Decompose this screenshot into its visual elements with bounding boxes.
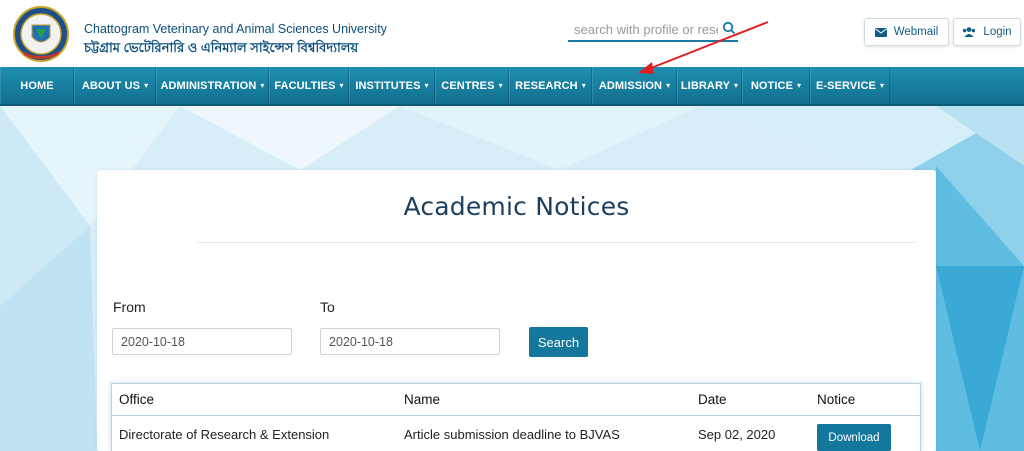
from-date-field[interactable]: [112, 328, 292, 355]
academic-notices-card: Academic Notices From To Search Office N…: [97, 170, 936, 451]
chevron-down-icon: ▾: [734, 81, 739, 90]
nav-label: RESEARCH: [515, 79, 578, 92]
chevron-down-icon: ▾: [424, 81, 429, 90]
column-header-name: Name: [404, 392, 441, 407]
nav-label: HOME: [20, 79, 54, 92]
notices-table: Office Name Date Notice Directorate of R…: [111, 383, 921, 451]
chevron-down-icon: ▾: [879, 81, 885, 90]
chevron-down-icon: ▾: [339, 81, 344, 90]
row-office: Directorate of Research & Extension: [119, 427, 330, 442]
table-header-row: Office Name Date Notice: [112, 384, 920, 416]
main-navigation: HOME ABOUT US ▾ ADMINISTRATION ▾ FACULTI…: [0, 67, 1024, 106]
page-title: Academic Notices: [403, 192, 630, 221]
login-button[interactable]: Login: [953, 18, 1021, 46]
university-name-english: Chattogram Veterinary and Animal Science…: [84, 22, 387, 36]
row-name: Article submission deadline to BJVAS: [404, 427, 620, 442]
nav-label: ABOUT US: [81, 79, 141, 92]
nav-label: ADMISSION: [598, 79, 663, 92]
column-header-office: Office: [119, 392, 155, 407]
annotation-arrow: [638, 21, 769, 74]
nav-label: ADMINISTRATION: [160, 79, 257, 92]
nav-label: LIBRARY: [680, 79, 731, 92]
nav-item-about-us[interactable]: ABOUT US ▾: [74, 67, 156, 104]
column-header-notice: Notice: [817, 392, 856, 407]
chevron-down-icon: ▾: [581, 81, 586, 90]
column-header-date: Date: [698, 392, 727, 407]
to-label: To: [320, 299, 335, 315]
from-label: From: [113, 299, 146, 315]
site-header: Chattogram Veterinary and Animal Science…: [0, 0, 1024, 67]
users-icon: [963, 27, 976, 37]
search-button[interactable]: Search: [529, 327, 588, 357]
nav-label: E-SERVICE: [815, 79, 876, 92]
to-date-field[interactable]: [320, 328, 500, 355]
nav-item-centres[interactable]: CENTRES ▾: [435, 67, 509, 104]
chevron-down-icon: ▾: [144, 81, 149, 90]
envelope-icon: [874, 27, 887, 37]
row-date: Sep 02, 2020: [698, 427, 776, 442]
nav-item-faculties[interactable]: FACULTIES ▾: [269, 67, 349, 104]
nav-item-e-service[interactable]: E-SERVICE ▾: [810, 67, 890, 104]
chevron-down-icon: ▾: [797, 81, 802, 90]
chevron-down-icon: ▾: [498, 81, 503, 90]
university-crest-icon[interactable]: [12, 5, 70, 63]
nav-item-research[interactable]: RESEARCH ▾: [509, 67, 592, 104]
nav-label: INSTITUTES: [355, 79, 421, 92]
nav-item-institutes[interactable]: INSTITUTES ▾: [349, 67, 435, 104]
nav-label: CENTRES: [441, 79, 495, 92]
title-divider: [197, 242, 916, 243]
chevron-down-icon: ▾: [666, 81, 671, 90]
nav-label: FACULTIES: [274, 79, 336, 92]
university-name-bangla: চট্টগ্রাম ভেটেরিনারি ও এনিম্যাল সাইন্সেস…: [84, 40, 359, 55]
nav-label: NOTICE: [750, 79, 794, 92]
download-button[interactable]: Download: [817, 424, 891, 451]
webmail-label: Webmail: [893, 26, 939, 38]
webmail-button[interactable]: Webmail: [864, 18, 949, 46]
nav-item-home[interactable]: HOME: [0, 67, 74, 104]
login-label: Login: [983, 26, 1012, 38]
nav-item-administration[interactable]: ADMINISTRATION ▾: [156, 67, 269, 104]
chevron-down-icon: ▾: [260, 81, 265, 90]
